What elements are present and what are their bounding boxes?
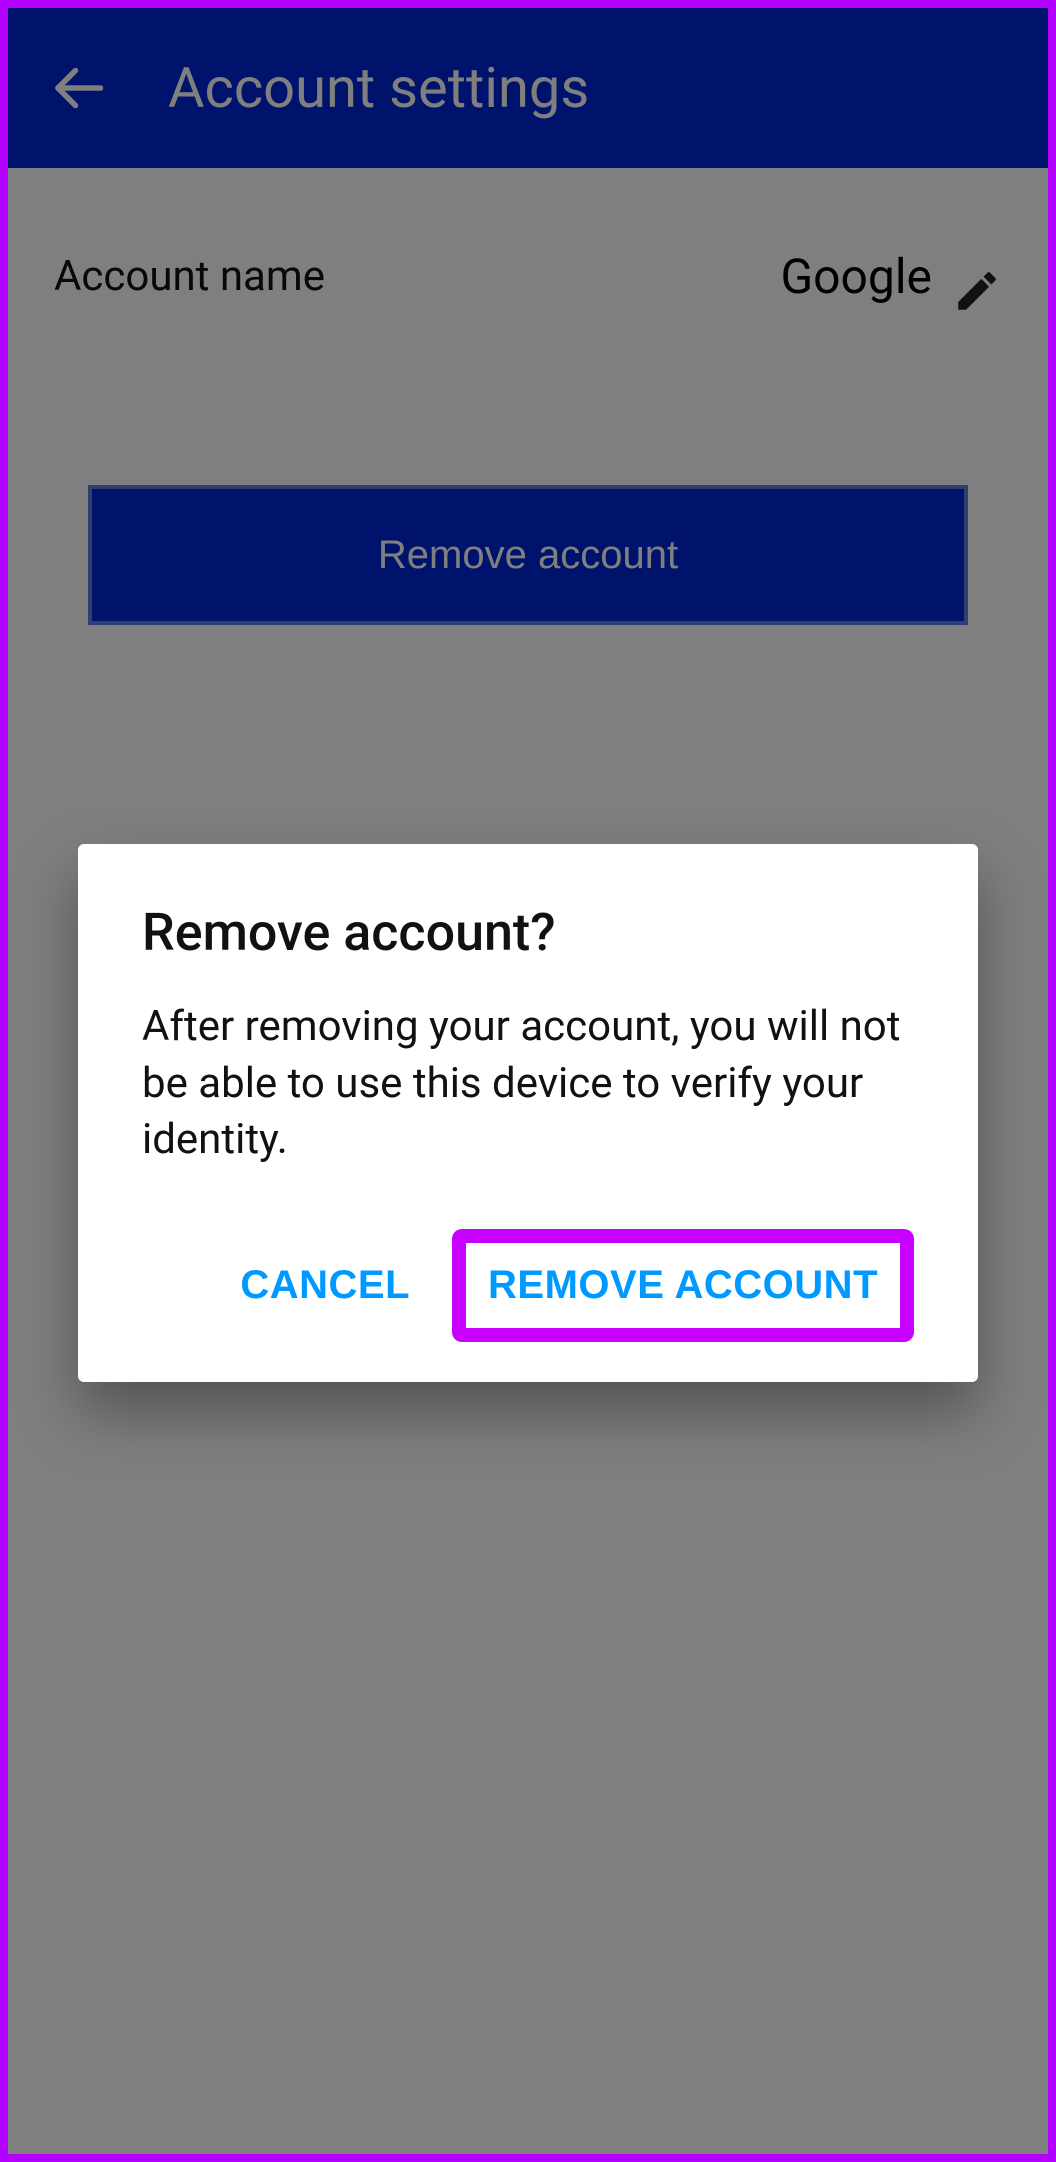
dialog-body: After removing your account, you will no…: [142, 999, 914, 1169]
confirm-remove-button[interactable]: REMOVE ACCOUNT: [466, 1243, 900, 1328]
highlight-annotation: REMOVE ACCOUNT: [452, 1229, 914, 1342]
remove-account-dialog: Remove account? After removing your acco…: [78, 844, 978, 1382]
dialog-actions: CANCEL REMOVE ACCOUNT: [142, 1229, 914, 1342]
screen-frame: Account settings Account name Google Rem…: [0, 0, 1056, 2162]
cancel-button[interactable]: CANCEL: [216, 1239, 434, 1332]
dialog-title: Remove account?: [142, 902, 914, 963]
